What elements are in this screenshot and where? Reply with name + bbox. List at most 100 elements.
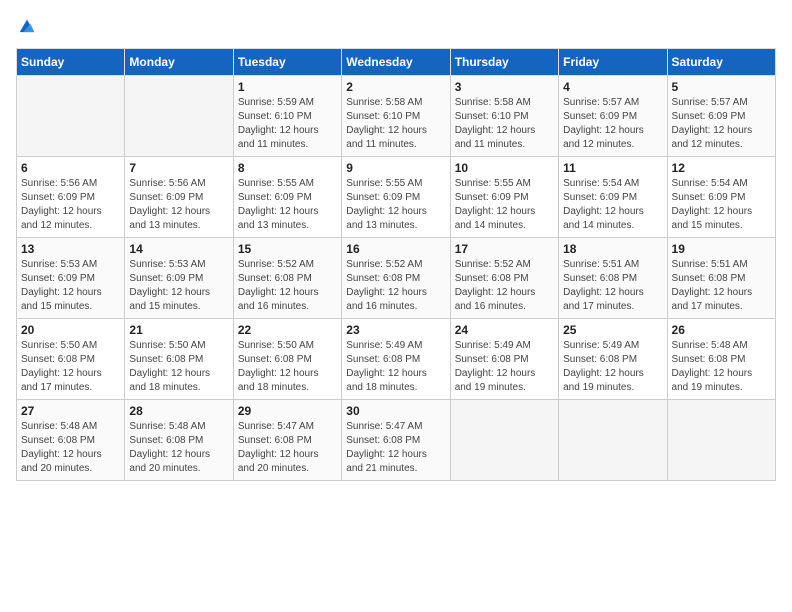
day-number: 1 [238, 80, 337, 94]
day-number: 5 [672, 80, 771, 94]
logo [16, 16, 42, 38]
day-info: Sunrise: 5:47 AM Sunset: 6:08 PM Dayligh… [238, 420, 337, 476]
day-info: Sunrise: 5:55 AM Sunset: 6:09 PM Dayligh… [238, 177, 337, 233]
weekday-header-tuesday: Tuesday [233, 49, 341, 76]
day-number: 11 [563, 161, 662, 175]
calendar-cell: 16Sunrise: 5:52 AM Sunset: 6:08 PM Dayli… [342, 238, 450, 319]
calendar-week-5: 27 Sunrise: 5:48 AM Sunset: 6:08 PM Dayli… [17, 400, 776, 481]
day-number: 4 [563, 80, 662, 94]
calendar-cell: 8 Sunrise: 5:55 AM Sunset: 6:09 PM Daylig… [233, 157, 341, 238]
day-number: 12 [672, 161, 771, 175]
weekday-header-friday: Friday [559, 49, 667, 76]
calendar-cell: 6 Sunrise: 5:56 AM Sunset: 6:09 PM Daylig… [17, 157, 125, 238]
calendar-cell: 15 Sunrise: 5:52 AM Sunset: 6:08 PM Dayli… [233, 238, 341, 319]
day-info: Sunrise: 5:50 AM Sunset: 6:08 PM Dayligh… [238, 339, 337, 395]
calendar-cell: 3 Sunrise: 5:58 AM Sunset: 6:10 PM Daylig… [450, 76, 558, 157]
day-number: 28 [129, 404, 228, 418]
calendar-cell: 5 Sunrise: 5:57 AM Sunset: 6:09 PM Daylig… [667, 76, 775, 157]
weekday-header-sunday: Sunday [17, 49, 125, 76]
calendar-cell [125, 76, 233, 157]
calendar-cell: 12 Sunrise: 5:54 AM Sunset: 6:09 PM Dayli… [667, 157, 775, 238]
day-info: Sunrise: 5:54 AM Sunset: 6:09 PM Dayligh… [672, 177, 771, 233]
calendar-cell: 11 Sunrise: 5:54 AM Sunset: 6:09 PM Dayli… [559, 157, 667, 238]
calendar-cell [559, 400, 667, 481]
day-info: Sunrise: 5:56 AM Sunset: 6:09 PM Dayligh… [21, 177, 120, 233]
calendar-cell: 7 Sunrise: 5:56 AM Sunset: 6:09 PM Daylig… [125, 157, 233, 238]
day-number: 13 [21, 242, 120, 256]
day-number: 27 [21, 404, 120, 418]
calendar-cell: 13 Sunrise: 5:53 AM Sunset: 6:09 PM Dayli… [17, 238, 125, 319]
calendar-week-2: 6 Sunrise: 5:56 AM Sunset: 6:09 PM Daylig… [17, 157, 776, 238]
calendar-cell [17, 76, 125, 157]
day-number: 10 [455, 161, 554, 175]
day-info: Sunrise: 5:53 AM Sunset: 6:09 PM Dayligh… [129, 258, 228, 314]
calendar-cell: 29 Sunrise: 5:47 AM Sunset: 6:08 PM Dayli… [233, 400, 341, 481]
day-info: Sunrise: 5:59 AM Sunset: 6:10 PM Dayligh… [238, 96, 337, 152]
day-info: Sunrise: 5:57 AM Sunset: 6:09 PM Dayligh… [672, 96, 771, 152]
logo-icon [16, 16, 38, 38]
day-number: 20 [21, 323, 120, 337]
day-info: Sunrise: 5:55 AM Sunset: 6:09 PM Dayligh… [455, 177, 554, 233]
calendar-week-4: 20 Sunrise: 5:50 AM Sunset: 6:08 PM Dayli… [17, 319, 776, 400]
day-info: Sunrise: 5:51 AM Sunset: 6:08 PM Dayligh… [563, 258, 662, 314]
day-number: 19 [672, 242, 771, 256]
calendar-cell: 17 Sunrise: 5:52 AM Sunset: 6:08 PM Dayli… [450, 238, 558, 319]
day-number: 26 [672, 323, 771, 337]
calendar-cell: 1 Sunrise: 5:59 AM Sunset: 6:10 PM Daylig… [233, 76, 341, 157]
day-number: 29 [238, 404, 337, 418]
weekday-header-saturday: Saturday [667, 49, 775, 76]
day-number: 24 [455, 323, 554, 337]
day-info: Sunrise: 5:49 AM Sunset: 6:08 PM Dayligh… [563, 339, 662, 395]
calendar-week-3: 13 Sunrise: 5:53 AM Sunset: 6:09 PM Dayli… [17, 238, 776, 319]
day-number: 9 [346, 161, 445, 175]
day-number: 18 [563, 242, 662, 256]
day-info: Sunrise: 5:53 AM Sunset: 6:09 PM Dayligh… [21, 258, 120, 314]
day-number: 16 [346, 242, 445, 256]
day-info: Sunrise: 5:57 AM Sunset: 6:09 PM Dayligh… [563, 96, 662, 152]
day-number: 8 [238, 161, 337, 175]
weekday-header-monday: Monday [125, 49, 233, 76]
day-number: 25 [563, 323, 662, 337]
calendar-cell: 19 Sunrise: 5:51 AM Sunset: 6:08 PM Dayli… [667, 238, 775, 319]
day-info: Sunrise: 5:52 AM Sunset: 6:08 PM Dayligh… [238, 258, 337, 314]
calendar-cell: 30Sunrise: 5:47 AM Sunset: 6:08 PM Dayli… [342, 400, 450, 481]
day-info: Sunrise: 5:58 AM Sunset: 6:10 PM Dayligh… [346, 96, 445, 152]
day-number: 3 [455, 80, 554, 94]
day-info: Sunrise: 5:55 AM Sunset: 6:09 PM Dayligh… [346, 177, 445, 233]
day-number: 21 [129, 323, 228, 337]
day-info: Sunrise: 5:54 AM Sunset: 6:09 PM Dayligh… [563, 177, 662, 233]
day-number: 7 [129, 161, 228, 175]
calendar-header: SundayMondayTuesdayWednesdayThursdayFrid… [17, 49, 776, 76]
calendar-cell: 20 Sunrise: 5:50 AM Sunset: 6:08 PM Dayli… [17, 319, 125, 400]
day-info: Sunrise: 5:47 AM Sunset: 6:08 PM Dayligh… [346, 420, 445, 476]
day-info: Sunrise: 5:48 AM Sunset: 6:08 PM Dayligh… [672, 339, 771, 395]
day-info: Sunrise: 5:56 AM Sunset: 6:09 PM Dayligh… [129, 177, 228, 233]
header [16, 16, 776, 38]
day-info: Sunrise: 5:52 AM Sunset: 6:08 PM Dayligh… [455, 258, 554, 314]
day-info: Sunrise: 5:58 AM Sunset: 6:10 PM Dayligh… [455, 96, 554, 152]
day-number: 17 [455, 242, 554, 256]
calendar-table: SundayMondayTuesdayWednesdayThursdayFrid… [16, 48, 776, 481]
day-info: Sunrise: 5:50 AM Sunset: 6:08 PM Dayligh… [129, 339, 228, 395]
calendar-cell: 24 Sunrise: 5:49 AM Sunset: 6:08 PM Dayli… [450, 319, 558, 400]
calendar-cell: 21 Sunrise: 5:50 AM Sunset: 6:08 PM Dayli… [125, 319, 233, 400]
day-info: Sunrise: 5:50 AM Sunset: 6:08 PM Dayligh… [21, 339, 120, 395]
day-number: 15 [238, 242, 337, 256]
day-info: Sunrise: 5:48 AM Sunset: 6:08 PM Dayligh… [21, 420, 120, 476]
day-info: Sunrise: 5:49 AM Sunset: 6:08 PM Dayligh… [346, 339, 445, 395]
calendar-cell: 14 Sunrise: 5:53 AM Sunset: 6:09 PM Dayli… [125, 238, 233, 319]
calendar-cell: 23Sunrise: 5:49 AM Sunset: 6:08 PM Dayli… [342, 319, 450, 400]
weekday-header-thursday: Thursday [450, 49, 558, 76]
day-info: Sunrise: 5:51 AM Sunset: 6:08 PM Dayligh… [672, 258, 771, 314]
calendar-week-1: 1 Sunrise: 5:59 AM Sunset: 6:10 PM Daylig… [17, 76, 776, 157]
day-number: 6 [21, 161, 120, 175]
day-number: 22 [238, 323, 337, 337]
day-info: Sunrise: 5:49 AM Sunset: 6:08 PM Dayligh… [455, 339, 554, 395]
day-number: 14 [129, 242, 228, 256]
calendar-cell: 2 Sunrise: 5:58 AM Sunset: 6:10 PM Daylig… [342, 76, 450, 157]
calendar-cell: 25 Sunrise: 5:49 AM Sunset: 6:08 PM Dayli… [559, 319, 667, 400]
day-number: 2 [346, 80, 445, 94]
calendar-cell: 18 Sunrise: 5:51 AM Sunset: 6:08 PM Dayli… [559, 238, 667, 319]
calendar-cell: 10 Sunrise: 5:55 AM Sunset: 6:09 PM Dayli… [450, 157, 558, 238]
calendar-cell: 27 Sunrise: 5:48 AM Sunset: 6:08 PM Dayli… [17, 400, 125, 481]
